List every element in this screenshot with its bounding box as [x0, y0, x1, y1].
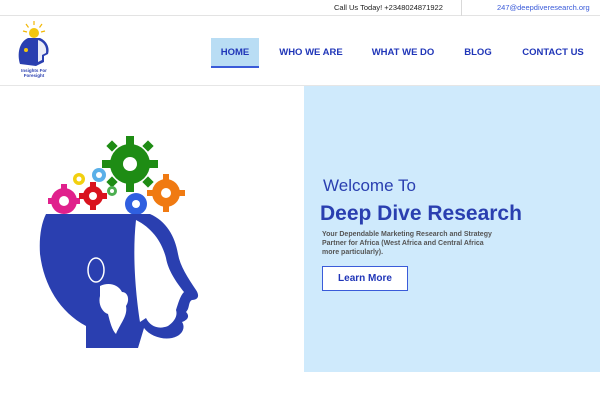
site-logo[interactable]: Insights For Foresight — [14, 20, 54, 82]
logo-tagline: Insights For Foresight — [21, 68, 47, 78]
head-with-gears-illustration — [39, 136, 199, 348]
nav-item-home[interactable]: HOME — [211, 38, 259, 68]
gear-lightblue-icon — [92, 168, 106, 182]
gear-magenta-icon — [48, 184, 80, 214]
hero-brand-title: Deep Dive Research — [320, 202, 522, 225]
gear-red-icon — [79, 182, 107, 210]
gear-yellow-icon — [73, 173, 85, 185]
gear-blue-icon — [125, 193, 147, 215]
logo-head-icon — [18, 21, 49, 66]
gear-green-icon — [102, 136, 158, 192]
topbar-divider — [461, 0, 462, 16]
hero-tagline: Your Dependable Marketing Research and S… — [322, 231, 492, 256]
learn-more-button[interactable]: Learn More — [322, 266, 408, 291]
nav-item-contact-us[interactable]: CONTACT US — [518, 38, 588, 68]
hero-welcome: Welcome To — [323, 176, 416, 195]
call-us-text: Call Us Today! +2348024871922 — [334, 3, 443, 12]
nav-item-who-we-are[interactable]: WHO WE ARE — [276, 38, 346, 68]
gear-orange-icon — [147, 174, 185, 212]
hero-text-panel: Welcome To Deep Dive Research Your Depen… — [304, 86, 600, 372]
top-bar: Call Us Today! +2348024871922 247@deepdi… — [0, 0, 600, 16]
hero-illustration-panel — [0, 86, 304, 372]
nav-item-what-we-do[interactable]: WHAT WE DO — [368, 38, 438, 68]
gear-small-green-icon — [107, 186, 117, 196]
nav-item-blog[interactable]: BLOG — [458, 38, 498, 68]
email-link[interactable]: 247@deepdiveresearch.org — [497, 3, 590, 12]
site-header: Insights For Foresight HOME WHO WE ARE W… — [0, 16, 600, 86]
